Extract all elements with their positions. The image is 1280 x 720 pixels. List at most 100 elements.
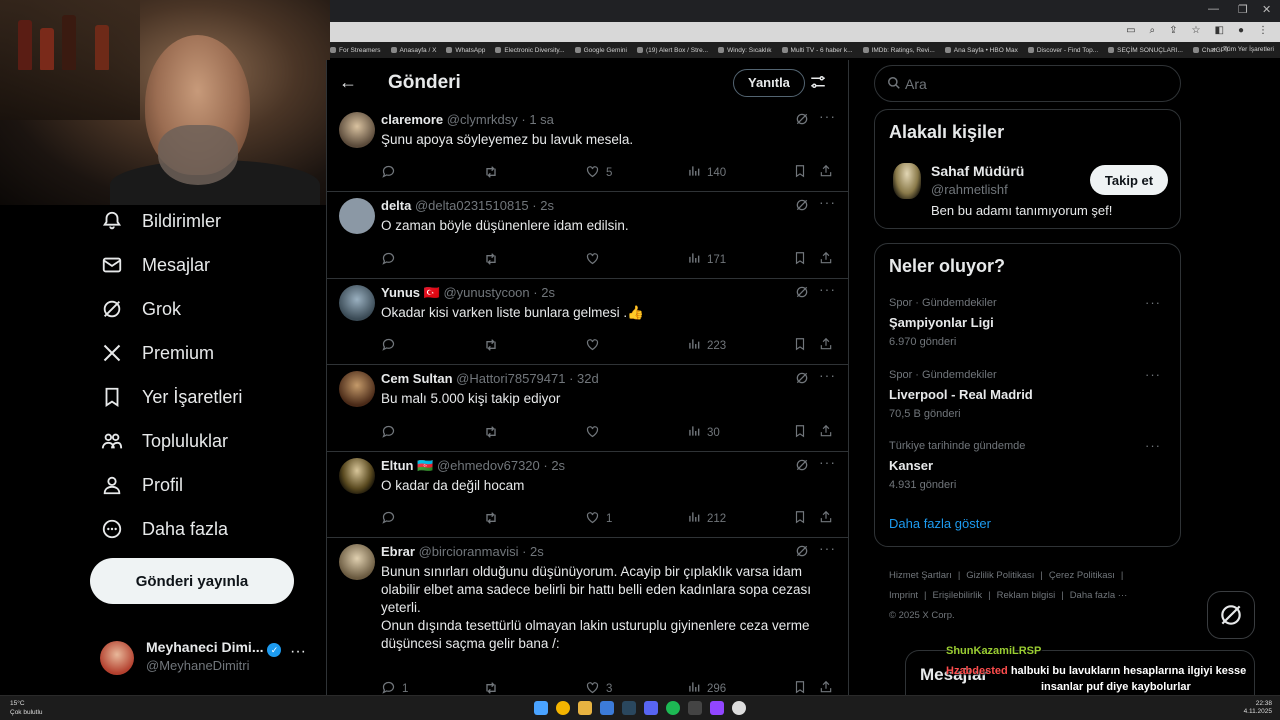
share-button[interactable] — [819, 680, 833, 695]
grok-icon[interactable] — [795, 112, 809, 131]
back-arrow-icon[interactable]: ← — [339, 72, 357, 93]
sidebar-item-bookmarks[interactable]: Yer İşaretleri — [100, 381, 242, 413]
grok-icon[interactable] — [795, 371, 809, 390]
tweet-time[interactable]: · 2s — [533, 285, 555, 300]
menu-icon[interactable]: ⋮ — [1258, 25, 1268, 36]
related-person-name[interactable]: Sahaf Müdürü — [931, 163, 1024, 179]
address-bar[interactable]: ▭ ⌕ ⇪ ☆ ◧ ● ⋮ — [330, 22, 1280, 42]
app-icon[interactable] — [688, 701, 702, 715]
follow-button[interactable]: Takip et — [1090, 165, 1168, 195]
tweet-author-name[interactable]: Eltun — [381, 458, 414, 473]
bookmark-button[interactable] — [793, 164, 807, 181]
reply-button[interactable]: 1 — [381, 680, 408, 695]
views-button[interactable]: 223 — [687, 337, 726, 354]
tweet-author-handle[interactable]: @clymrkdsy — [447, 112, 518, 127]
footer-link[interactable]: Gizlilik Politikası — [966, 570, 1034, 581]
sidebar-item-notifications[interactable]: Bildirimler — [100, 205, 221, 237]
twitch-icon[interactable] — [710, 701, 724, 715]
retweet-button[interactable] — [483, 251, 499, 270]
tweet[interactable]: Cem Sultan @Hattori78579471 · 32d ··· Bu m… — [327, 365, 848, 452]
reply-button[interactable]: Yanıtla — [733, 69, 805, 97]
sidebar-item-profile[interactable]: Profil — [100, 469, 183, 501]
search-input[interactable]: Ara — [874, 65, 1181, 102]
views-button[interactable]: 171 — [687, 251, 726, 268]
bookmark-button[interactable] — [793, 424, 807, 441]
sidebar-item-premium[interactable]: Premium — [100, 337, 214, 369]
filter-icon[interactable] — [809, 73, 827, 96]
views-button[interactable]: 30 — [687, 424, 720, 441]
reply-button[interactable] — [381, 251, 402, 269]
account-more-icon[interactable]: ··· — [290, 643, 306, 661]
tweet[interactable]: claremore @clymrkdsy · 1 sa ··· Şunu apoya… — [327, 106, 848, 192]
more-icon[interactable]: ··· — [819, 454, 836, 470]
reply-button[interactable] — [381, 164, 402, 182]
tweet-author-handle[interactable]: @yunustycoon — [443, 285, 529, 300]
bookmark-button[interactable] — [793, 337, 807, 354]
footer-link[interactable]: Reklam bilgisi — [997, 590, 1056, 601]
tweet-author-handle[interactable]: @ehmedov67320 — [437, 458, 540, 473]
star-icon[interactable]: ☆ — [1192, 25, 1201, 36]
discord-icon[interactable] — [644, 701, 658, 715]
avatar[interactable] — [339, 285, 375, 321]
avatar[interactable] — [339, 198, 375, 234]
reply-button[interactable] — [381, 510, 402, 528]
weather-widget[interactable]: 15°C Çok bulutlu — [10, 699, 43, 717]
grok-icon[interactable] — [795, 198, 809, 217]
retweet-button[interactable] — [483, 337, 499, 356]
grok-icon[interactable] — [795, 285, 809, 304]
tweet-time[interactable]: · 1 sa — [521, 112, 554, 127]
tweet[interactable]: delta @delta0231510815 · 2s ··· O zaman bö… — [327, 192, 848, 279]
like-button[interactable] — [585, 424, 606, 442]
share-button[interactable] — [819, 510, 833, 527]
minimize-icon[interactable]: — — [1208, 3, 1219, 15]
like-button[interactable] — [585, 251, 606, 269]
obs-icon[interactable] — [732, 701, 746, 715]
more-icon[interactable]: ··· — [1145, 367, 1161, 382]
reply-button[interactable] — [381, 424, 402, 442]
trend-item[interactable]: Türkiye tarihinde gündemde Kanser 4.931 … — [889, 438, 1169, 491]
tweet[interactable]: Ebrar @bircioranmavisi · 2s ··· Bunun sını… — [327, 538, 848, 695]
bookmark-item[interactable]: Anasayfa / X — [390, 47, 436, 54]
tweet-time[interactable]: · 2s — [532, 198, 554, 213]
bookmarks-folder[interactable]: » Tüm Yer İşaretleri — [1212, 46, 1274, 53]
like-button[interactable] — [585, 337, 606, 355]
extensions-icon[interactable]: ◧ — [1215, 25, 1224, 36]
tweet-author-handle[interactable]: @delta0231510815 — [415, 198, 529, 213]
bookmark-item[interactable]: Windy: Sıcaklık — [718, 47, 772, 54]
avatar[interactable] — [339, 544, 375, 580]
grok-icon[interactable] — [795, 544, 809, 563]
more-icon[interactable]: ··· — [819, 108, 836, 124]
account-switcher[interactable]: Meyhaneci Dimi... ✓ @MeyhaneDimitri ··· — [100, 633, 320, 683]
spotify-icon[interactable] — [666, 701, 680, 715]
retweet-button[interactable] — [483, 510, 499, 529]
avatar[interactable] — [339, 371, 375, 407]
tweet-author-name[interactable]: delta — [381, 198, 411, 213]
system-tray[interactable]: 22:38 4.11.2025 — [1244, 700, 1272, 716]
bookmarks-overflow[interactable]: » — [1212, 46, 1216, 53]
tweet-author-handle[interactable]: @Hattori78579471 — [456, 371, 565, 386]
avatar[interactable] — [339, 458, 375, 494]
grok-floating-button[interactable] — [1207, 591, 1255, 639]
more-icon[interactable]: ··· — [819, 540, 836, 556]
tweet-time[interactable]: · 32d — [569, 371, 599, 386]
views-button[interactable]: 140 — [687, 164, 726, 181]
share-icon[interactable]: ⇪ — [1169, 25, 1177, 36]
share-button[interactable] — [819, 337, 833, 354]
bookmark-item[interactable]: Electronic Diversity... — [495, 47, 565, 54]
share-button[interactable] — [819, 164, 833, 181]
app-icon[interactable] — [600, 701, 614, 715]
profile-icon[interactable]: ● — [1238, 25, 1244, 36]
more-icon[interactable]: ··· — [1145, 438, 1161, 453]
tweet-time[interactable]: · 2s — [522, 544, 544, 559]
reply-button[interactable] — [381, 337, 402, 355]
tweet-author-name[interactable]: Ebrar — [381, 544, 415, 559]
bookmark-item[interactable]: Discover - Find Top... — [1027, 47, 1098, 54]
bookmark-button[interactable] — [793, 680, 807, 695]
zoom-icon[interactable]: ⌕ — [1150, 25, 1156, 36]
footer-link[interactable]: Daha fazla ··· — [1070, 590, 1128, 601]
tweet[interactable]: Yunus 🇹🇷 @yunustycoon · 2s ··· Okadar kisi… — [327, 279, 848, 365]
close-icon[interactable]: ✕ — [1262, 3, 1271, 16]
chrome-icon[interactable] — [556, 701, 570, 715]
bookmark-item[interactable]: (19) Alert Box / Stre... — [636, 47, 708, 54]
restore-icon[interactable]: ❐ — [1238, 3, 1248, 16]
